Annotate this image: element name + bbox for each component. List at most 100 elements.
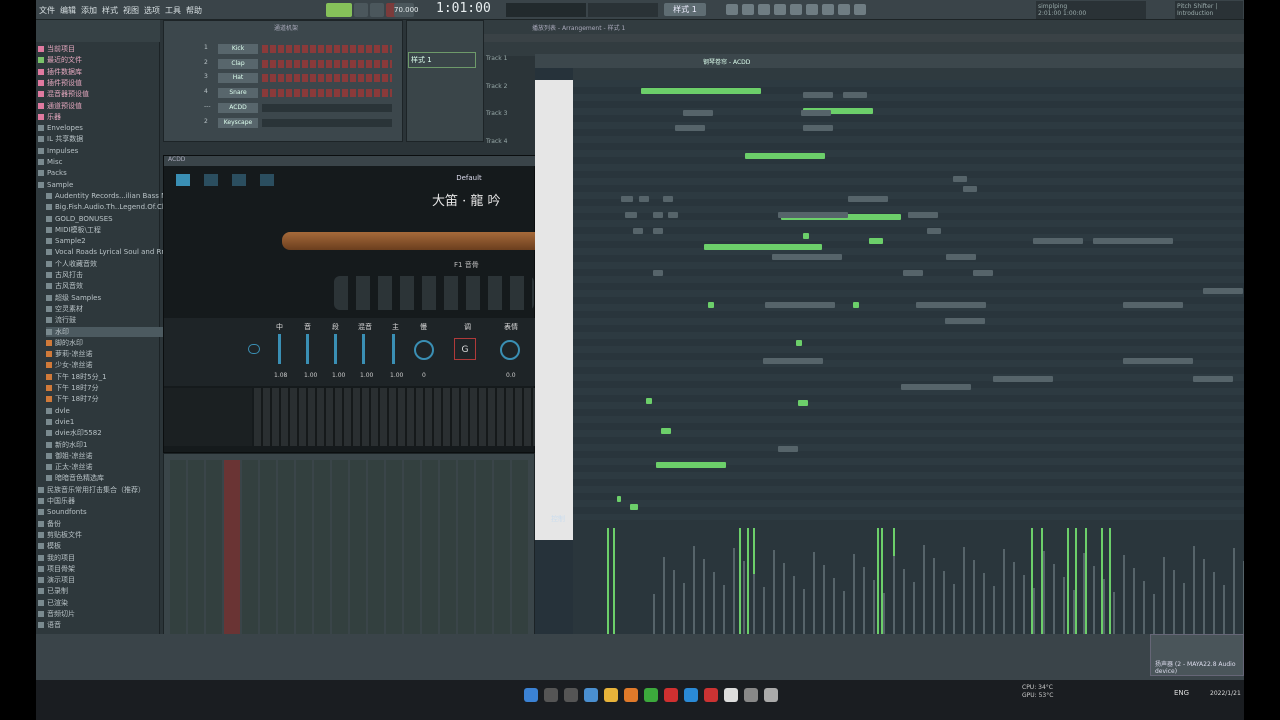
note[interactable] <box>963 186 977 192</box>
velocity-bar[interactable] <box>743 561 745 634</box>
app-icon[interactable] <box>704 688 718 702</box>
pattern-selector[interactable]: 样式 1 <box>664 3 706 16</box>
velocity-bar[interactable] <box>877 528 879 634</box>
note[interactable] <box>803 125 833 131</box>
velocity-bar[interactable] <box>607 528 609 634</box>
browser-item[interactable]: GOLD_BONUSES <box>46 214 166 224</box>
note[interactable] <box>633 228 643 234</box>
browser-item[interactable]: MIDI模板\工程 <box>46 225 166 235</box>
browser-item[interactable]: 混音器预设值 <box>38 89 158 99</box>
browser-item[interactable]: 乐器 <box>38 112 158 122</box>
mic-slider[interactable] <box>334 334 337 364</box>
velocity-bar[interactable] <box>1063 577 1065 634</box>
velocity-bar[interactable] <box>763 587 765 634</box>
note[interactable] <box>646 398 652 404</box>
mic-slider[interactable] <box>362 334 365 364</box>
note[interactable] <box>621 196 633 202</box>
velocity-bar[interactable] <box>813 552 815 634</box>
note[interactable] <box>993 376 1053 382</box>
velocity-bar[interactable] <box>823 565 825 634</box>
browser-item[interactable]: 我的项目 <box>38 553 158 563</box>
mic-slider[interactable] <box>278 334 281 364</box>
channel-row[interactable]: --- ACDD <box>166 103 396 114</box>
legato-icon[interactable]: G <box>454 338 476 360</box>
gear-icon[interactable] <box>232 174 246 186</box>
time-display[interactable]: 1:01:00 <box>436 1 496 19</box>
note[interactable] <box>903 270 923 276</box>
browser-item[interactable]: 语音 <box>38 620 158 630</box>
velocity-bar[interactable] <box>1133 568 1135 634</box>
velocity-bar[interactable] <box>1083 553 1085 634</box>
sliders-icon[interactable] <box>204 174 218 186</box>
velocity-bar[interactable] <box>1113 592 1115 634</box>
velocity-bar[interactable] <box>1003 549 1005 634</box>
mod-wheels[interactable] <box>164 388 252 446</box>
browser-item[interactable]: Sample2 <box>46 236 166 246</box>
note[interactable] <box>661 428 671 434</box>
preset-selector[interactable]: Default <box>404 174 534 186</box>
app-icon[interactable] <box>744 688 758 702</box>
note[interactable] <box>843 92 867 98</box>
note[interactable] <box>973 270 993 276</box>
note[interactable] <box>953 176 967 182</box>
step-sequencer[interactable] <box>262 104 392 112</box>
velocity-bar[interactable] <box>1203 559 1205 634</box>
note[interactable] <box>796 340 802 346</box>
note[interactable] <box>653 228 663 234</box>
fl-studio-icon[interactable] <box>624 688 638 702</box>
note[interactable] <box>772 254 842 260</box>
note[interactable] <box>927 228 941 234</box>
control-lane-label[interactable]: 控制 <box>551 514 565 524</box>
velocity-bar[interactable] <box>1213 572 1215 634</box>
velocity-bar[interactable] <box>883 593 885 634</box>
tempo-display[interactable]: 70.000 <box>394 3 419 17</box>
note[interactable] <box>778 446 798 452</box>
browser-item[interactable]: 古风音效 <box>46 281 166 291</box>
channel-rack-icon[interactable] <box>774 4 786 15</box>
browser-item[interactable]: 备份 <box>38 519 158 529</box>
widgets-icon[interactable] <box>584 688 598 702</box>
channel-name-button[interactable]: Hat <box>218 73 258 83</box>
velocity-bar[interactable] <box>1075 528 1077 634</box>
browser-item[interactable]: Sample <box>38 180 158 190</box>
note[interactable] <box>641 88 761 94</box>
note[interactable] <box>675 125 705 131</box>
velocity-bar[interactable] <box>1109 528 1111 634</box>
search-icon[interactable] <box>544 688 558 702</box>
browser-item[interactable]: 当前项目 <box>38 44 158 54</box>
note[interactable] <box>1203 288 1243 294</box>
output-icon[interactable] <box>854 4 866 15</box>
velocity-bar[interactable] <box>1223 585 1225 634</box>
velocity-bar[interactable] <box>1143 581 1145 634</box>
browser-item[interactable]: 插件数据库 <box>38 67 158 77</box>
browser-item[interactable]: dvie水印5582 <box>46 428 166 438</box>
note[interactable] <box>908 212 938 218</box>
clock[interactable]: 2022/1/21 <box>1210 690 1241 697</box>
step-sequencer[interactable] <box>262 74 392 82</box>
mic-slider[interactable] <box>392 334 395 364</box>
velocity-bar[interactable] <box>753 574 755 634</box>
plugin-picker-icon[interactable] <box>838 4 850 15</box>
link-icon[interactable] <box>248 344 260 354</box>
browser-tabs[interactable] <box>36 20 160 42</box>
step-sequencer[interactable] <box>262 45 392 53</box>
menu-add[interactable]: 添加 <box>81 6 97 15</box>
browser-item[interactable]: 已渲染 <box>38 598 158 608</box>
velocity-bar[interactable] <box>953 584 955 634</box>
browser-item[interactable]: dvie1 <box>46 417 166 427</box>
menu-help[interactable]: 帮助 <box>186 6 202 15</box>
meter-icon[interactable] <box>260 174 274 186</box>
channel-name-button[interactable]: Snare <box>218 88 258 98</box>
velocity-bar[interactable] <box>833 578 835 634</box>
velocity-bar[interactable] <box>853 554 855 634</box>
browser-item[interactable]: dvle <box>46 406 166 416</box>
edge-icon[interactable] <box>684 688 698 702</box>
velocity-bar[interactable] <box>1173 570 1175 634</box>
velocity-bar[interactable] <box>773 550 775 634</box>
browser-item[interactable]: 音频切片 <box>38 609 158 619</box>
note[interactable] <box>778 212 848 218</box>
channel-name-button[interactable]: Kick <box>218 44 258 54</box>
browser-item[interactable]: IL 共享数据 <box>38 134 158 144</box>
channel-name-button[interactable]: Clap <box>218 59 258 69</box>
browser-item[interactable]: 御姐-凉丝诺 <box>46 451 166 461</box>
